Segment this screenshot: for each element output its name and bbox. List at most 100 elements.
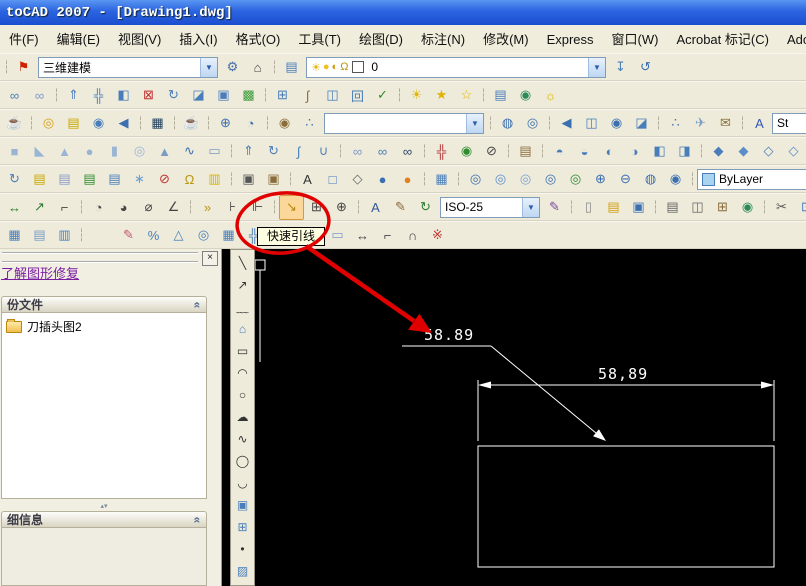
my-workspace-icon[interactable]: ⌂ bbox=[245, 55, 270, 80]
toolbar-handle[interactable]: ┆ bbox=[454, 167, 463, 192]
draw-order-back-icon[interactable]: ▤ bbox=[27, 223, 52, 248]
box-face-icon[interactable]: ◧ bbox=[111, 83, 136, 108]
point-icon[interactable]: • bbox=[232, 538, 253, 560]
camera-distance-icon[interactable]: ▣ bbox=[261, 167, 286, 192]
spline-icon[interactable]: ∿ bbox=[232, 428, 253, 450]
tolerance-icon[interactable]: ⊞ bbox=[304, 195, 329, 220]
zoom-scale-icon[interactable]: ◎ bbox=[513, 167, 538, 192]
extrude-face-icon[interactable]: ⊞ bbox=[270, 83, 295, 108]
layer-freeze-icon[interactable]: ∗ bbox=[127, 167, 152, 192]
walk-mode-icon[interactable]: ∴ bbox=[663, 111, 688, 136]
menu-modify[interactable]: 修改(M) bbox=[474, 26, 538, 53]
sun-properties-icon[interactable]: ☼ bbox=[538, 83, 563, 108]
ellipse-arc-icon[interactable]: ◡ bbox=[232, 472, 253, 494]
open-icon[interactable]: ▤ bbox=[601, 195, 626, 220]
linear-dimension-icon[interactable]: ↔ bbox=[2, 195, 27, 220]
plot-preview-icon[interactable]: ◫ bbox=[685, 195, 710, 220]
pan-realtime-icon[interactable]: ⊕ bbox=[213, 111, 238, 136]
zoom-center-icon[interactable]: ◎ bbox=[538, 167, 563, 192]
toolbar-handle[interactable]: ┆ bbox=[486, 111, 495, 136]
dimension-text-edit-icon[interactable]: ✎ bbox=[388, 195, 413, 220]
angular-dimension-icon[interactable]: ∠ bbox=[161, 195, 186, 220]
offset-icon[interactable]: ◎ bbox=[191, 223, 216, 248]
workspace-combo[interactable]: 三维建模 ▼ bbox=[38, 56, 218, 78]
line-icon[interactable]: ╲ bbox=[232, 252, 253, 274]
menu-window[interactable]: 窗口(W) bbox=[603, 26, 668, 53]
dimension-edit-icon[interactable]: A bbox=[363, 195, 388, 220]
left-view-icon[interactable]: ◐ bbox=[597, 139, 622, 164]
copy-face-icon[interactable]: ▣ bbox=[211, 83, 236, 108]
toolbar-handle[interactable]: ┆ bbox=[136, 111, 145, 136]
layer-new-icon[interactable]: ▤ bbox=[77, 167, 102, 192]
dim-style-combo[interactable]: ISO-25 ▼ bbox=[440, 196, 540, 218]
layer-match-icon[interactable]: ▤ bbox=[52, 167, 77, 192]
center-view-icon[interactable]: ◉ bbox=[604, 111, 629, 136]
copy-object-icon[interactable]: % bbox=[141, 223, 166, 248]
cone-icon[interactable]: ▲ bbox=[52, 139, 77, 164]
toolbar-handle[interactable]: ┆ bbox=[738, 111, 747, 136]
right-view-icon[interactable]: ◑ bbox=[622, 139, 647, 164]
hatch-icon[interactable]: ▨ bbox=[232, 560, 253, 582]
sw-isometric-icon[interactable]: ◆ bbox=[706, 139, 731, 164]
toolbar-handle[interactable]: ┆ bbox=[77, 195, 86, 220]
array-icon[interactable]: ▦ bbox=[216, 223, 241, 248]
toolbar-handle[interactable]: ┆ bbox=[227, 139, 236, 164]
toolbar-handle[interactable]: ┆ bbox=[688, 167, 697, 192]
toolbar-handle[interactable]: ┆ bbox=[760, 195, 769, 220]
rotate-face-icon[interactable]: ↻ bbox=[161, 83, 186, 108]
sweep-clean-icon[interactable]: ∫ bbox=[295, 83, 320, 108]
union-icon[interactable]: ∞ bbox=[345, 139, 370, 164]
layer-walk-icon[interactable]: ▤ bbox=[27, 167, 52, 192]
menu-edit[interactable]: 编辑(E) bbox=[48, 26, 109, 53]
helix-icon[interactable]: ∿ bbox=[177, 139, 202, 164]
point-light-icon[interactable]: ☀ bbox=[404, 83, 429, 108]
quick-leader-icon[interactable]: ↘ bbox=[279, 194, 304, 220]
dimension-update-icon[interactable]: ↻ bbox=[413, 195, 438, 220]
rectangle-icon[interactable]: ▭ bbox=[232, 340, 253, 362]
layer-isolate-icon[interactable]: ▤ bbox=[102, 167, 127, 192]
toolbar-handle[interactable]: ┆ bbox=[479, 83, 488, 108]
constrained-orbit-icon[interactable]: ◍ bbox=[495, 111, 520, 136]
toolbar-handle[interactable]: ┆ bbox=[420, 167, 429, 192]
3d-move-icon[interactable]: ╬ bbox=[429, 139, 454, 164]
imprint-icon[interactable]: 回 bbox=[345, 83, 370, 108]
visual-style-realistic-icon[interactable]: ● bbox=[370, 167, 395, 192]
circle-icon[interactable]: ○ bbox=[232, 384, 253, 406]
draw-order-front-icon[interactable]: ▦ bbox=[2, 223, 27, 248]
bottom-view-icon[interactable]: ◒ bbox=[572, 139, 597, 164]
toolbar-handle[interactable]: ┆ bbox=[204, 111, 213, 136]
planar-surface-icon[interactable]: ▭ bbox=[202, 139, 227, 164]
toolbar-handle[interactable]: ┆ bbox=[170, 111, 179, 136]
delete-face-icon[interactable]: ⊠ bbox=[136, 83, 161, 108]
taper-face-icon[interactable]: ◪ bbox=[186, 83, 211, 108]
drawing-recovery-help-link[interactable]: 了解图形修复 bbox=[1, 263, 79, 282]
sphere-icon[interactable]: ● bbox=[77, 139, 102, 164]
menu-tools[interactable]: 工具(T) bbox=[289, 26, 350, 53]
scale-icon[interactable]: ▭ bbox=[325, 223, 350, 248]
se-isometric-icon[interactable]: ◆ bbox=[731, 139, 756, 164]
explode-icon[interactable]: ※ bbox=[425, 223, 450, 248]
menu-express[interactable]: Express bbox=[538, 26, 603, 53]
zoom-object-icon[interactable]: ◎ bbox=[563, 167, 588, 192]
toolbar-handle[interactable]: ┆ bbox=[651, 195, 660, 220]
named-views-icon[interactable]: ▤ bbox=[513, 139, 538, 164]
pan-view-icon[interactable]: ◫ bbox=[579, 111, 604, 136]
dropdown-arrow-icon[interactable]: ▼ bbox=[200, 57, 217, 77]
zoom-extents-icon[interactable]: ◉ bbox=[663, 167, 688, 192]
render-environment-icon[interactable]: ▦ bbox=[145, 111, 170, 136]
break-icon[interactable]: ↔ bbox=[350, 223, 375, 248]
fillet-icon[interactable]: ∩ bbox=[400, 223, 425, 248]
sweep-icon[interactable]: ∫ bbox=[286, 139, 311, 164]
geographic-location-icon[interactable]: ◉ bbox=[513, 83, 538, 108]
check-solid-icon[interactable]: ✓ bbox=[370, 83, 395, 108]
ordinate-dimension-icon[interactable]: ⌐ bbox=[52, 195, 77, 220]
publish-icon[interactable]: ⊞ bbox=[710, 195, 735, 220]
toolbar-handle[interactable]: ┆ bbox=[52, 83, 61, 108]
toolbar-handle[interactable]: ┆ bbox=[567, 195, 576, 220]
menu-insert[interactable]: 插入(I) bbox=[170, 26, 226, 53]
separate-solids-icon[interactable]: ◫ bbox=[320, 83, 345, 108]
planar-mapping-icon[interactable]: ◀ bbox=[111, 111, 136, 136]
layer-properties-manager-icon[interactable]: ▤ bbox=[279, 55, 304, 80]
intersect-icon[interactable]: ∞ bbox=[395, 139, 420, 164]
advanced-render-icon[interactable]: ☕ bbox=[179, 111, 204, 136]
